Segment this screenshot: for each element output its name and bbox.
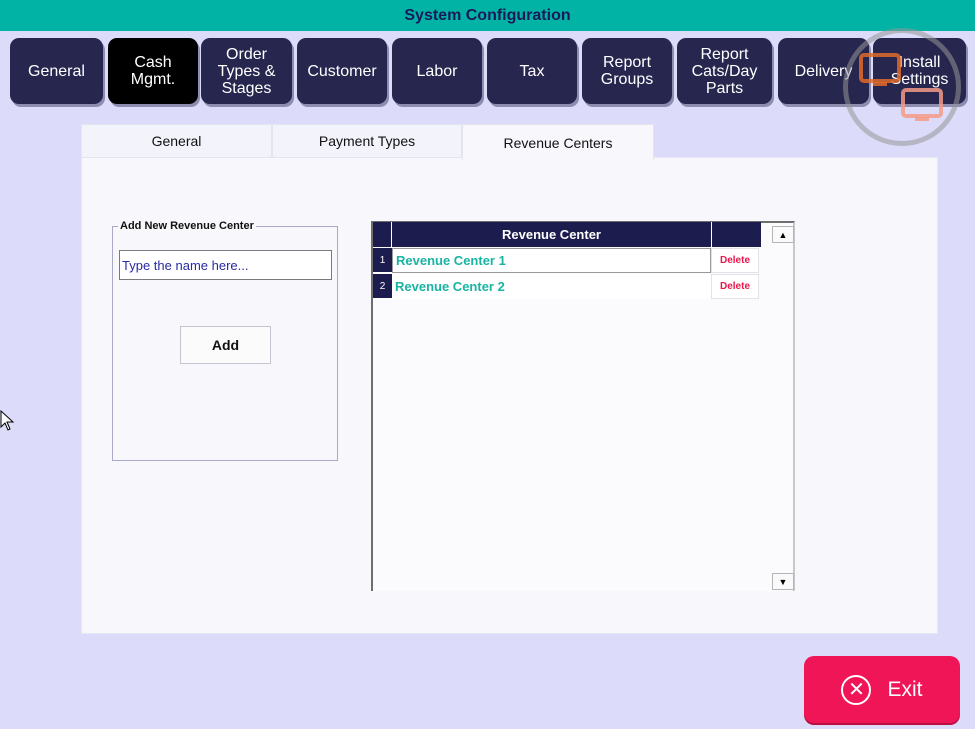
- subtab-payment-types[interactable]: Payment Types: [272, 124, 462, 158]
- revenue-center-name[interactable]: Revenue Center 1: [392, 248, 711, 273]
- main-tab-bar: General Cash Mgmt. Order Types & Stages …: [0, 38, 975, 108]
- tab-install-settings[interactable]: Install Settings: [873, 38, 966, 104]
- revenue-center-name[interactable]: Revenue Center 2: [392, 274, 711, 299]
- tab-delivery[interactable]: Delivery: [778, 38, 869, 104]
- tab-labor[interactable]: Labor: [392, 38, 482, 104]
- exit-button[interactable]: ✕ Exit: [804, 656, 960, 723]
- delete-button[interactable]: Delete: [711, 248, 759, 273]
- table-row[interactable]: 2 Revenue Center 2 Delete: [373, 274, 759, 299]
- table-row[interactable]: 1 Revenue Center 1 Delete: [373, 248, 759, 273]
- subtab-general[interactable]: General: [81, 124, 272, 158]
- tab-report-cats-day-parts[interactable]: Report Cats/Day Parts: [677, 38, 772, 104]
- tab-order-types-stages[interactable]: Order Types & Stages: [201, 38, 292, 104]
- scroll-up-button[interactable]: ▲: [772, 226, 794, 243]
- window-title: System Configuration: [0, 0, 975, 31]
- add-button[interactable]: Add: [180, 326, 271, 364]
- group-legend: Add New Revenue Center: [118, 220, 256, 232]
- close-circle-icon: ✕: [841, 674, 872, 705]
- scroll-down-button[interactable]: ▼: [772, 573, 794, 590]
- row-number-header: [373, 222, 392, 247]
- tab-cash-mgmt[interactable]: Cash Mgmt.: [108, 38, 198, 104]
- column-header-revenue-center: Revenue Center: [392, 222, 712, 247]
- subtab-revenue-centers[interactable]: Revenue Centers: [462, 124, 654, 160]
- grid-header: Revenue Center: [373, 222, 761, 247]
- row-number: 2: [373, 274, 392, 299]
- exit-label: Exit: [887, 677, 923, 701]
- tab-customer[interactable]: Customer: [297, 38, 387, 104]
- delete-column-header: [712, 222, 761, 247]
- mouse-cursor-icon: [0, 410, 15, 431]
- row-number: 1: [373, 248, 392, 273]
- delete-button[interactable]: Delete: [711, 274, 759, 299]
- tab-general[interactable]: General: [10, 38, 103, 104]
- tab-report-groups[interactable]: Report Groups: [582, 38, 672, 104]
- revenue-center-name-input[interactable]: [119, 250, 332, 280]
- tab-tax[interactable]: Tax: [487, 38, 577, 104]
